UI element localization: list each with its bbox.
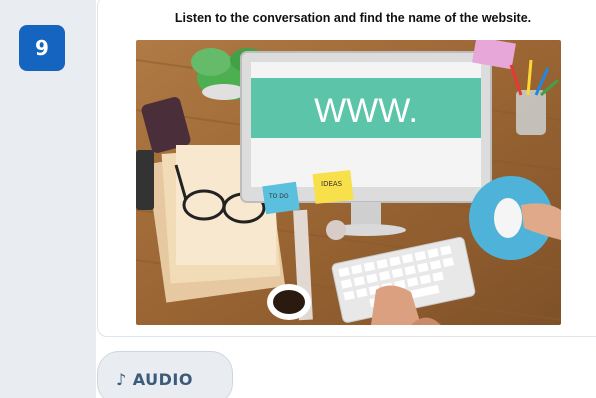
sticky-note-todo: TO DO	[268, 193, 289, 200]
music-note-icon: ♪	[116, 370, 127, 389]
question-number-badge: 9	[19, 25, 65, 71]
question-page: 9 Listen to the conversation and find th…	[0, 0, 596, 398]
question-instruction: Listen to the conversation and find the …	[174, 11, 532, 25]
audio-button[interactable]: ♪ AUDIO	[97, 351, 233, 398]
coffee-cup-icon	[267, 284, 311, 320]
desk-scene-illustration: WWW. IDEAS TO DO	[136, 40, 561, 325]
audio-button-label: AUDIO	[132, 370, 193, 389]
question-number-rail: 9	[0, 0, 96, 398]
question-image: WWW. IDEAS TO DO	[136, 40, 561, 325]
screen-www-text: WWW.	[314, 92, 418, 130]
sticky-note-ideas: IDEAS	[321, 180, 343, 188]
